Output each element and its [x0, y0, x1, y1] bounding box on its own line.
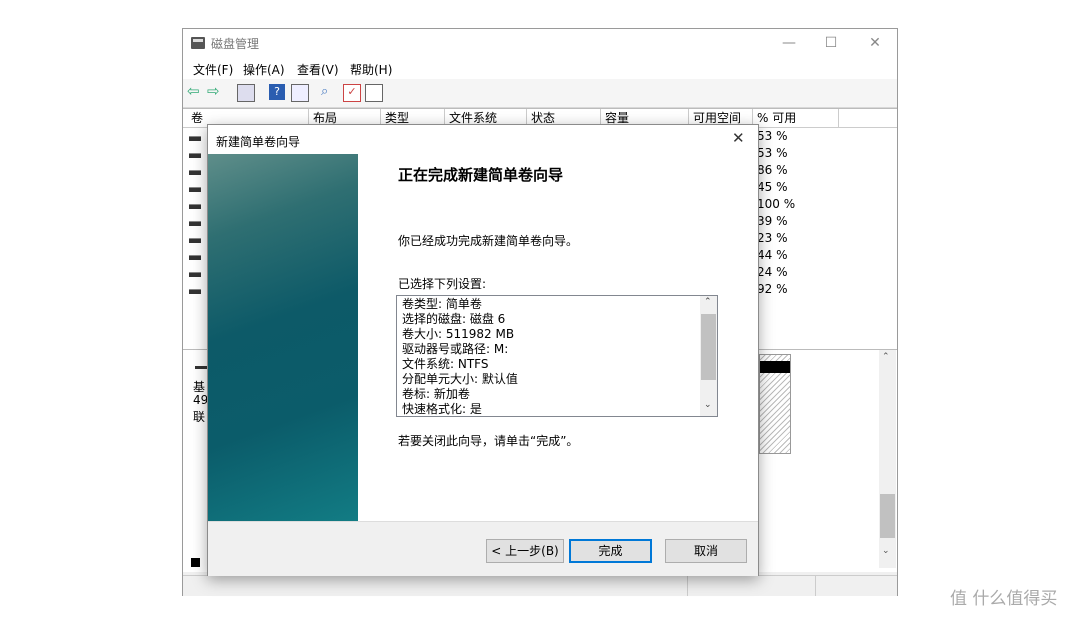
watermark: 值 什么值得买	[950, 589, 1058, 609]
settings-scrollbar[interactable]: ⌃ ⌄	[700, 296, 717, 416]
minimize-button[interactable]: —	[769, 33, 809, 53]
setting-disk: 选择的磁盘: 磁盘 6	[402, 312, 506, 326]
scrollbar-thumb[interactable]	[880, 494, 895, 538]
scroll-down-icon[interactable]: ⌄	[882, 546, 890, 556]
setting-allocation-unit: 分配单元大小: 默认值	[402, 372, 518, 386]
settings-summary-box[interactable]: 卷类型: 简单卷 选择的磁盘: 磁盘 6 卷大小: 511982 MB 驱动器号…	[396, 295, 718, 417]
legend-unallocated-swatch	[191, 558, 200, 567]
menu-file[interactable]: 文件(F)	[193, 61, 233, 78]
properties-icon[interactable]	[237, 84, 255, 102]
finish-button[interactable]: 完成	[569, 539, 652, 563]
volume-icon	[189, 221, 201, 226]
close-hint-text: 若要关闭此向导，请单击“完成”。	[398, 434, 579, 448]
list-icon[interactable]	[365, 84, 383, 102]
disk-icon	[195, 366, 207, 369]
scrollbar-thumb[interactable]	[701, 314, 716, 380]
rescan-icon[interactable]: ⌕	[321, 84, 337, 100]
volume-icon	[189, 272, 201, 277]
wizard-banner-image	[208, 154, 358, 521]
volume-icon	[189, 238, 201, 243]
volume-icon	[189, 204, 201, 209]
disk-size: 49	[193, 393, 209, 407]
disk-status: 联	[193, 410, 206, 424]
wizard-title: 新建简单卷向导	[216, 135, 301, 149]
menu-action[interactable]: 操作(A)	[243, 61, 285, 78]
percent-free-cell: 24 %	[757, 265, 788, 279]
wizard-heading: 正在完成新建简单卷向导	[398, 166, 564, 184]
setting-volume-label: 卷标: 新加卷	[402, 387, 470, 401]
status-bar	[183, 575, 897, 596]
new-simple-volume-wizard: 新建简单卷向导 ✕ 正在完成新建简单卷向导 你已经成功完成新建简单卷向导。 已选…	[207, 124, 759, 576]
check-icon[interactable]: ✓	[343, 84, 361, 102]
volume-icon	[189, 187, 201, 192]
setting-quick-format: 快速格式化: 是	[402, 402, 482, 416]
maximize-button[interactable]: ☐	[811, 33, 851, 53]
percent-free-cell: 100 %	[757, 197, 796, 211]
status-divider	[687, 576, 688, 596]
partition-block[interactable]	[759, 354, 791, 454]
percent-free-cell: 45 %	[757, 180, 788, 194]
scroll-up-icon[interactable]: ⌃	[704, 297, 712, 307]
cancel-button[interactable]: 取消	[665, 539, 747, 563]
wizard-close-button[interactable]: ✕	[732, 129, 745, 147]
scroll-down-icon[interactable]: ⌄	[704, 400, 712, 410]
help-icon[interactable]: ?	[269, 84, 285, 100]
disk-management-icon	[191, 37, 205, 49]
menu-help[interactable]: 帮助(H)	[350, 61, 392, 78]
percent-free-cell: 44 %	[757, 248, 788, 262]
wizard-footer: < 上一步(B) 完成 取消	[208, 521, 758, 576]
percent-free-cell: 53 %	[757, 129, 788, 143]
percent-free-cell: 53 %	[757, 146, 788, 160]
vertical-scrollbar[interactable]: ⌃ ⌄	[879, 350, 896, 568]
back-arrow-icon[interactable]: ⇦	[187, 82, 203, 100]
toolbar: ⇦ ⇨ ? ⌕ ✓	[183, 79, 897, 108]
volume-icon	[189, 255, 201, 260]
volume-icon	[189, 289, 201, 294]
console-icon[interactable]	[291, 84, 309, 102]
percent-free-cell: 92 %	[757, 282, 788, 296]
volume-icon	[189, 153, 201, 158]
forward-arrow-icon[interactable]: ⇨	[207, 82, 223, 100]
settings-label: 已选择下列设置:	[398, 277, 487, 291]
menu-bar: 文件(F) 操作(A) 查看(V) 帮助(H)	[183, 57, 897, 79]
title-bar: 磁盘管理 — ☐ ✕	[183, 29, 897, 57]
close-button[interactable]: ✕	[855, 33, 895, 53]
window-title: 磁盘管理	[211, 37, 260, 51]
setting-file-system: 文件系统: NTFS	[402, 357, 489, 371]
volume-icon	[189, 170, 201, 175]
percent-free-cell: 39 %	[757, 214, 788, 228]
partition-header	[760, 361, 790, 373]
menu-view[interactable]: 查看(V)	[297, 61, 339, 78]
setting-volume-size: 卷大小: 511982 MB	[402, 327, 515, 341]
setting-volume-type: 卷类型: 简单卷	[402, 297, 482, 311]
back-button[interactable]: < 上一步(B)	[486, 539, 564, 563]
scroll-up-icon[interactable]: ⌃	[882, 352, 890, 362]
setting-drive-letter: 驱动器号或路径: M:	[402, 342, 509, 356]
success-text: 你已经成功完成新建简单卷向导。	[398, 234, 579, 248]
volume-icon	[189, 136, 201, 141]
percent-free-cell: 23 %	[757, 231, 788, 245]
percent-free-cell: 86 %	[757, 163, 788, 177]
column-percent-free[interactable]: % 可用	[753, 109, 839, 127]
status-divider	[815, 576, 816, 596]
